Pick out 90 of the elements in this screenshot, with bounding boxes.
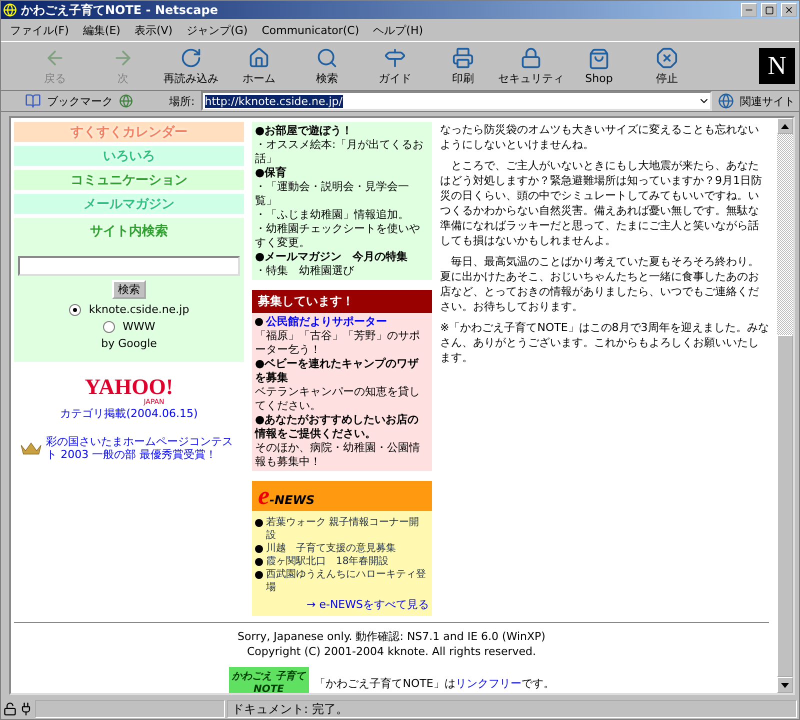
news-item: 霞ヶ関駅北口 18年春開設 bbox=[266, 555, 389, 568]
url-field[interactable]: http://kknote.cside.ne.jp/ bbox=[200, 91, 712, 111]
radio-button[interactable] bbox=[68, 304, 81, 316]
recruit-heading: ●ベビーを連れたキャンプのワザを募集 bbox=[255, 357, 420, 385]
menu-item[interactable]: ジャンプ(G) bbox=[182, 22, 253, 38]
recruit-text: ベテランキャンパーの知恵を貸してください。 bbox=[255, 385, 421, 413]
signpost-icon bbox=[384, 46, 406, 68]
recruit-text: 「福原」「古谷」「芳野」のサポーター乞う！ bbox=[255, 329, 421, 357]
search-button[interactable]: 検索 bbox=[112, 280, 146, 299]
radio-label: kknote.cside.ne.jp bbox=[88, 303, 190, 316]
menu-item[interactable]: 編集(E) bbox=[78, 22, 126, 38]
app-icon bbox=[3, 3, 17, 17]
close-button[interactable] bbox=[781, 3, 797, 17]
article-paragraph: 毎日、最高気温のことばかり考えていた夏もそろそろ終わり。夏に出かけたあそこ、おじいちゃんたちと一緒に食事したあのお店など、とっておきの情報がありましたら、いつでもご連絡ください。お待ちしております。 bbox=[440, 254, 760, 314]
search-credit: by Google bbox=[101, 337, 157, 350]
stop-icon bbox=[656, 46, 678, 68]
update-heading: ●メールマガジン 今月の特集 bbox=[255, 250, 409, 264]
yahoo-logo: YAHOO! bbox=[84, 376, 174, 398]
news-item: 若葉ウォーク 親子情報コーナー開設 bbox=[266, 516, 420, 542]
scroll-up-icon bbox=[781, 124, 789, 128]
footer-text: Sorry, Japanese only. 動作確認: NS7.1 and IE 6.0 (WinXP) bbox=[238, 629, 546, 644]
update-item: ・特集 幼稚園選び bbox=[255, 264, 355, 278]
padlock-icon bbox=[3, 702, 17, 716]
toolbar-button[interactable]: 印刷 bbox=[429, 46, 497, 86]
home-icon bbox=[248, 46, 270, 68]
update-item: ・オススメ絵本:「月が出てくるお話」 bbox=[255, 138, 425, 166]
link-free-link[interactable]: リンクフリー bbox=[455, 676, 522, 690]
toolbar-button[interactable]: ガイド bbox=[361, 46, 429, 86]
maximize-icon bbox=[764, 6, 774, 14]
article-paragraph: なったら防災袋のオムツも大きいサイズに変えることも忘れないようにしないといけませんね。 bbox=[440, 122, 760, 152]
recruit-text: そのほか、病院・幼稚園・公園情報も募集中！ bbox=[255, 441, 421, 469]
bullet-icon bbox=[255, 545, 263, 553]
bullet-icon bbox=[255, 318, 263, 326]
location-label: 場所: bbox=[169, 94, 195, 108]
footer-text: Copyright (C) 2001-2004 kknote. All rights reserved. bbox=[246, 644, 536, 659]
shopping-bag-icon bbox=[588, 48, 610, 70]
menu-item[interactable]: Communicator(C) bbox=[256, 24, 364, 36]
minimize-button[interactable] bbox=[741, 3, 757, 17]
site-banner[interactable]: かわごえ 子育てNOTE bbox=[228, 667, 309, 693]
search-icon bbox=[316, 46, 338, 68]
update-item: ・「運動会・説明会・見学会一覧」 bbox=[255, 180, 410, 208]
toolbar-button[interactable]: Shop bbox=[565, 48, 633, 84]
toolbar-button[interactable]: 停止 bbox=[633, 46, 701, 86]
window-title: かわごえ子育てNOTE - Netscape bbox=[21, 2, 219, 18]
bookmarks-menu[interactable]: ブックマーク bbox=[47, 94, 113, 108]
article-paragraph: ところで、ご主人がいないときにもし大地震が来たら、あなたはどう対処しますか？緊急避難場所は知っていますか？9月1日防災の日くらい、頭の中でシミュレートしてみてもいいですね。いつくるかわからない自然災害。備えあれば憂い無しです。無駄な準備になればラッキーだと思って、たまにご主人と笑いながら話しても損はないかもしれませんよ。 bbox=[440, 158, 763, 248]
page-icon bbox=[119, 94, 133, 108]
browser-logo: N bbox=[759, 48, 795, 84]
menu-item[interactable]: ヘルプ(H) bbox=[368, 22, 428, 38]
scrollbar[interactable] bbox=[777, 118, 793, 693]
padlock-icon bbox=[520, 46, 542, 68]
radio-button[interactable] bbox=[102, 320, 115, 332]
update-heading: ●お部屋で遊ぼう！ bbox=[255, 124, 354, 138]
status-text: ドキュメント: 完了。 bbox=[227, 700, 797, 718]
toolbar-button[interactable]: セキュリティ bbox=[497, 46, 565, 86]
bullet-icon bbox=[255, 519, 263, 527]
recruit-heading: ●あなたがおすすめしたいお店の情報をご提供ください。 bbox=[255, 413, 420, 441]
recruit-link[interactable]: 公民館だよりサポーター bbox=[266, 315, 387, 329]
related-sites-button[interactable]: 関連サイト bbox=[740, 94, 795, 108]
toolbar-button[interactable]: 検索 bbox=[293, 46, 361, 86]
recruit-header: 募集しています！ bbox=[252, 290, 432, 313]
bullet-icon bbox=[255, 571, 263, 579]
bookmark-icon bbox=[25, 93, 41, 109]
toolbar-button[interactable]: ホーム bbox=[225, 46, 293, 86]
news-item: 川越 子育て支援の意見募集 bbox=[266, 542, 396, 555]
radio-label: WWW bbox=[122, 320, 156, 333]
enews-logo-text: -NEWS bbox=[270, 493, 315, 507]
maximize-button[interactable] bbox=[761, 3, 777, 17]
search-title: サイト内検索 bbox=[90, 222, 168, 240]
news-item: 西武園ゆうえんちにハローキティ登場 bbox=[266, 568, 427, 594]
connection-icon bbox=[19, 702, 33, 716]
search-field[interactable] bbox=[18, 256, 240, 276]
globe-icon bbox=[718, 93, 734, 109]
update-heading: ●保育 bbox=[255, 166, 288, 180]
article-paragraph: ※「かわごえ子育てNOTE」はこの8月で3周年を迎えました。みなさん、ありがとうございます。これからもよろしくお願いいたします。 bbox=[440, 320, 769, 365]
link-free-note: 「かわごえ子育てNOTE」は リンクフリーです。 bbox=[314, 676, 554, 690]
bullet-icon bbox=[255, 558, 263, 566]
scroll-down-icon bbox=[781, 682, 789, 688]
update-item: ・幼稚園チェックシートを使いやすく変更。 bbox=[255, 222, 421, 250]
menu-item[interactable]: 表示(V) bbox=[129, 22, 178, 38]
close-icon bbox=[784, 5, 794, 15]
printer-icon bbox=[452, 46, 474, 68]
category-link[interactable]: カテゴリ掲載(2004.06.15) bbox=[60, 406, 198, 421]
award-link[interactable]: 彩の国さいたまホームページコンテスト 2003 一般の部 最優秀賞受賞！ bbox=[46, 435, 244, 461]
reload-icon bbox=[180, 46, 202, 68]
update-item: ・「ふじま幼稚園」情報追加。 bbox=[255, 208, 410, 222]
enews-logo-letter: e bbox=[258, 483, 270, 509]
menu-item[interactable]: ファイル(F) bbox=[5, 22, 74, 38]
toolbar-button[interactable]: 再読み込み bbox=[157, 46, 225, 86]
all-news-link[interactable]: → e-NEWSをすべて見る bbox=[255, 598, 429, 611]
